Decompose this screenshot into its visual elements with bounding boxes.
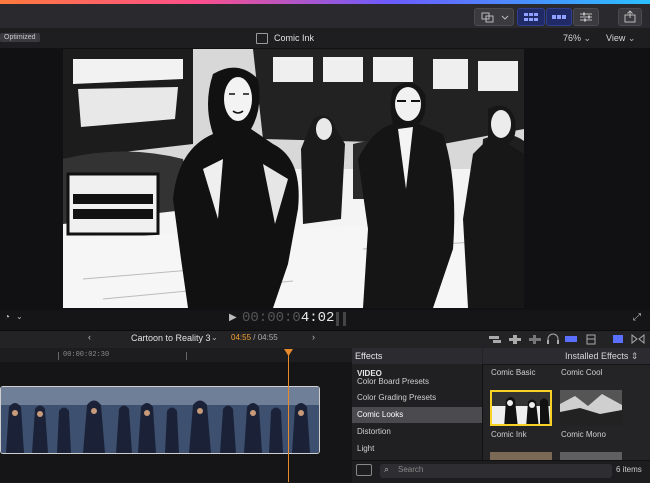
connect-clip-icon[interactable] (489, 336, 501, 343)
comic-ink-thumbnail (492, 392, 550, 424)
effects-browser-icon[interactable] (613, 335, 623, 343)
thumb-comic-ink[interactable] (490, 390, 552, 426)
share-button[interactable] (618, 8, 642, 26)
total-time: 04:55 (257, 333, 278, 342)
items-count: 6 items (616, 465, 642, 474)
fullscreen-icon[interactable]: ⤢ (633, 313, 641, 323)
filmstrip (1, 387, 319, 453)
view-menu[interactable]: View ⌄ (606, 33, 635, 44)
up-down-chevron-icon: ⇕ (630, 351, 639, 361)
ruler-timecode: 00:00:02:30 (63, 351, 110, 359)
thumb-partial[interactable] (490, 452, 552, 460)
timeline-clip[interactable] (0, 386, 320, 454)
installed-effects-label: Installed Effects (565, 351, 629, 361)
time-separator: / (253, 333, 256, 342)
headphones-icon[interactable] (547, 333, 559, 344)
category-color-board-presets[interactable]: Color Board Presets (352, 378, 482, 386)
timeline-toggle-button[interactable] (546, 8, 572, 26)
thumb-label-comic-cool: Comic Cool (561, 368, 603, 377)
forward-arrow-icon[interactable]: › (312, 333, 315, 342)
search-placeholder: Search (398, 465, 424, 474)
chevron-down-icon[interactable]: ⌄ (16, 313, 23, 321)
back-arrow-icon[interactable]: ‹ (88, 333, 91, 342)
play-icon[interactable]: ▶ (229, 313, 237, 323)
timeline-duration: 04:55 / 04:55 (231, 333, 278, 342)
sidebar-toggle-icon[interactable] (356, 464, 372, 476)
append-clip-icon[interactable] (529, 335, 541, 344)
toolbar (0, 4, 650, 29)
playhead[interactable] (288, 350, 289, 482)
viewer-frame-comic-ink (63, 49, 524, 308)
view-label: View (606, 33, 626, 43)
chevron-down-icon: ⌄ (583, 33, 592, 43)
pause-bar-right (343, 312, 346, 326)
effects-title: Effects (355, 351, 383, 361)
zoom-menu[interactable]: 76% ⌄ (563, 33, 591, 44)
category-comic-looks[interactable]: Comic Looks (352, 407, 482, 423)
insert-clip-icon[interactable] (509, 335, 521, 344)
comic-mono-thumbnail (560, 390, 622, 426)
timeline-icon (552, 15, 566, 19)
share-icon (624, 10, 636, 23)
grid-icon (524, 13, 538, 21)
current-time: 04:55 (231, 333, 252, 342)
sliders-icon (580, 12, 592, 22)
project-name: Cartoon to Reality 3 (131, 333, 211, 343)
category-color-grading-presets[interactable]: Color Grading Presets (352, 390, 482, 406)
clip-icon (256, 33, 268, 44)
browser-toggle-button[interactable] (517, 8, 545, 26)
thumb-label-comic-ink: Comic Ink (491, 430, 527, 439)
inspector-toggle-button[interactable] (573, 8, 599, 26)
category-light[interactable]: Light (352, 441, 482, 457)
transitions-icon[interactable] (631, 333, 645, 345)
timecode-bright: 4:02 (300, 310, 335, 326)
optimized-badge: Optimized (0, 33, 40, 42)
chevron-down-icon[interactable]: ⌄ (211, 334, 218, 342)
timeline-ruler[interactable] (0, 348, 352, 363)
film-icon[interactable] (586, 334, 596, 345)
timeline-tools (487, 333, 647, 345)
thumb-comic-mono[interactable] (560, 390, 622, 426)
search-icon: ⌕ (384, 464, 390, 474)
clip-appearance-icon[interactable] (565, 336, 577, 342)
ruler-tick (186, 352, 187, 360)
pause-bar-left (336, 312, 339, 326)
comic-street-image (63, 49, 524, 308)
timecode-dim: 00:00:0 (242, 310, 301, 326)
installed-effects-menu[interactable]: Installed Effects ⇕ (565, 351, 638, 362)
zoom-value: 76% (563, 33, 582, 43)
thumb-label-comic-mono: Comic Mono (561, 430, 606, 439)
chevron-down-icon: ⌄ (627, 33, 636, 43)
thumb-label-comic-basic: Comic Basic (491, 368, 536, 377)
thumb-partial[interactable] (560, 452, 622, 460)
keyword-button[interactable] (474, 8, 514, 26)
timecode-display: 00:00:04:02 (242, 310, 334, 326)
ruler-tick (58, 352, 59, 360)
viewer-header (0, 28, 650, 48)
category-distortion[interactable]: Distortion (352, 424, 482, 440)
viewer-clip-title: Comic Ink (274, 33, 315, 43)
keyword-icon (481, 12, 509, 23)
speedometer-icon[interactable]: ◔ (4, 313, 10, 323)
